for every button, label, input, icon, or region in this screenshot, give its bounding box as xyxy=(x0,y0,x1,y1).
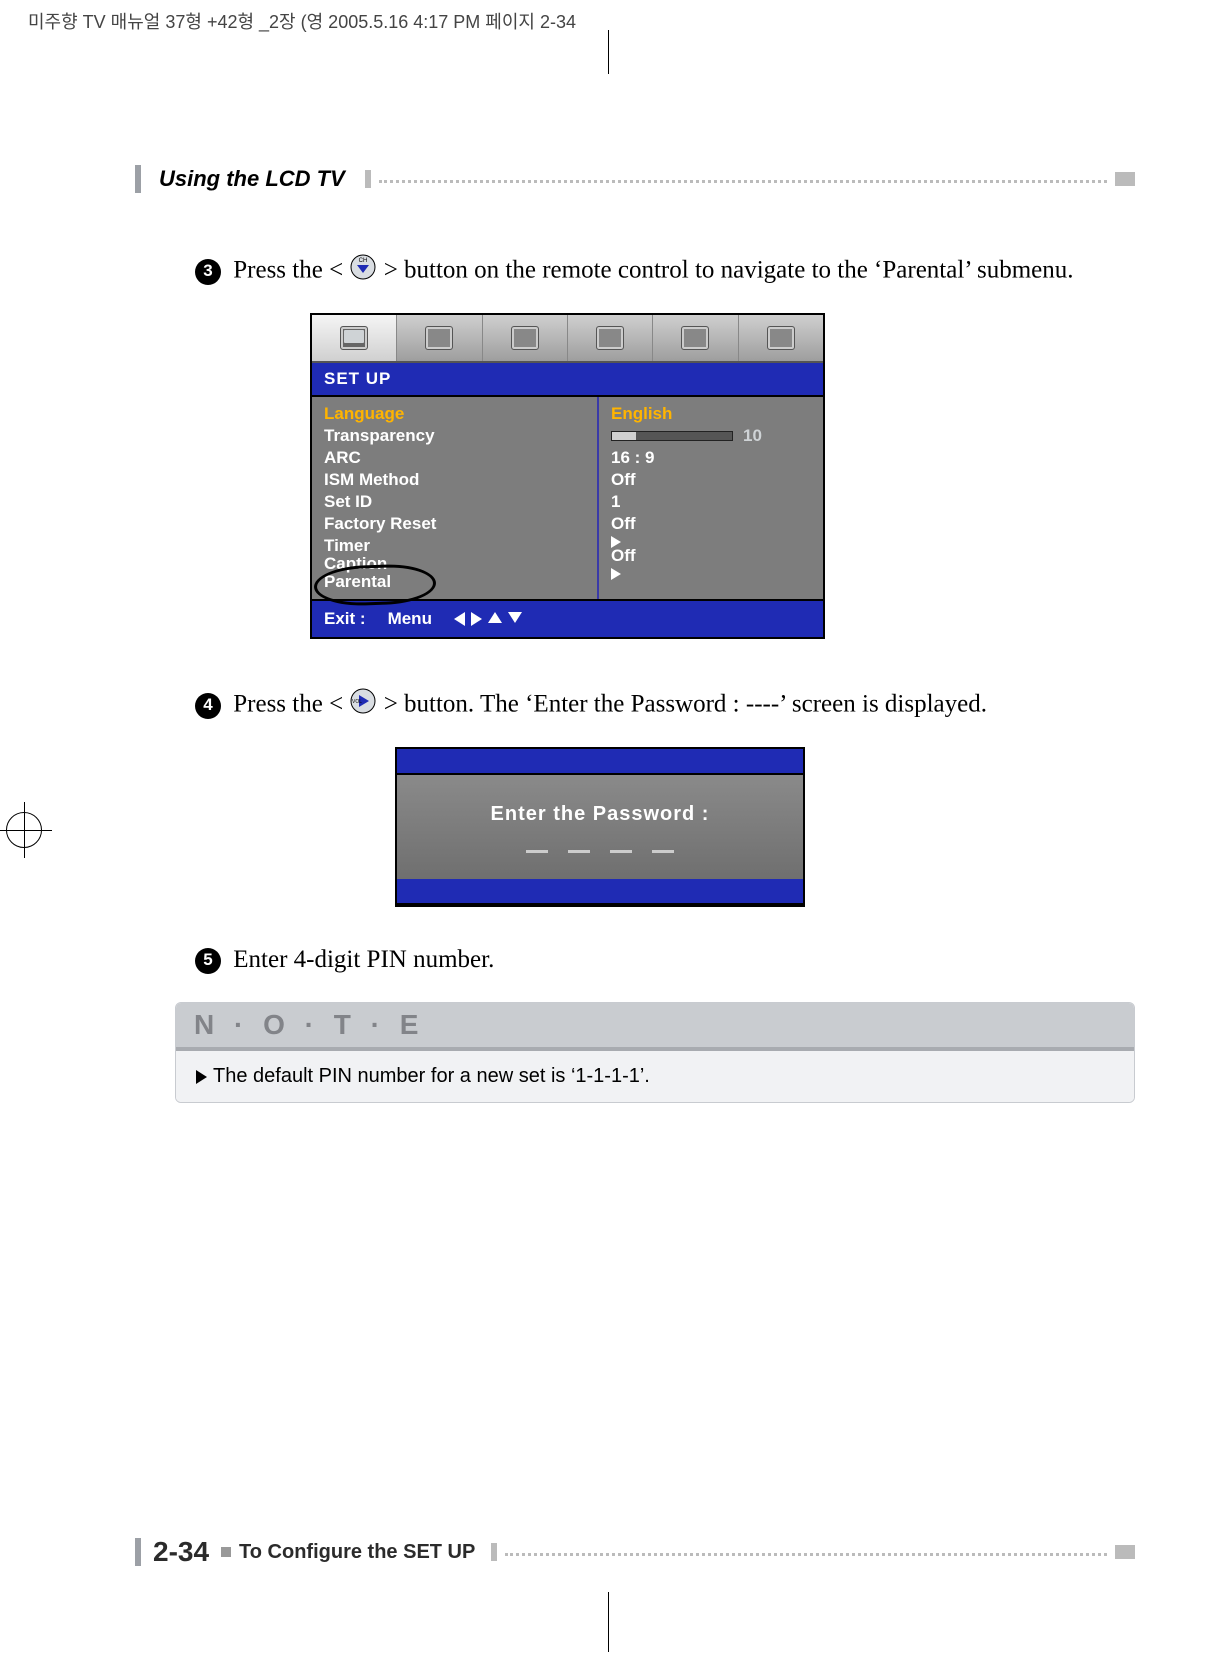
footer-dotted-rule xyxy=(505,1553,1107,1556)
note-body: The default PIN number for a new set is … xyxy=(176,1051,1134,1102)
osd-value-transparency: 10 xyxy=(611,425,811,447)
section-title: Using the LCD TV xyxy=(159,166,365,192)
osd-setup-screenshot: SET UP Language Transparency ARC ISM Met… xyxy=(310,313,825,639)
page-content: Using the LCD TV 3 Press the < CH > butt… xyxy=(135,165,1135,1540)
arrow-up-icon xyxy=(488,612,502,623)
step-4: 4 Press the < VOL > button. The ‘Enter t… xyxy=(195,687,1135,725)
footer-bar-icon xyxy=(135,1538,141,1566)
osd-arrow-icons xyxy=(454,612,522,626)
osd-item-parental-label: Parental xyxy=(324,572,391,592)
step-number-badge: 4 xyxy=(195,693,221,719)
note-title: N · O · T · E xyxy=(176,1003,1134,1047)
pwd-digit-slot xyxy=(526,844,548,853)
osd-tab-channel-icon xyxy=(739,315,823,361)
osd-value-factory-reset: Off xyxy=(611,513,811,535)
osd-value-transparency-num: 10 xyxy=(743,426,762,446)
footer-end-block-icon xyxy=(1115,1545,1135,1559)
osd-item-arc: ARC xyxy=(324,447,585,469)
pwd-prompt-label: Enter the Password : xyxy=(403,803,797,826)
header-end-block-icon xyxy=(1115,172,1135,186)
bullet-triangle-icon xyxy=(196,1070,207,1084)
osd-exit-label: Exit : xyxy=(324,609,366,629)
submenu-arrow-icon xyxy=(611,568,621,580)
arrow-left-icon xyxy=(454,612,465,626)
manual-page: 미주향 TV 매뉴얼 37형 +42형 _2장 (영 2005.5.16 4:1… xyxy=(0,0,1215,1660)
header-bar-icon xyxy=(135,165,141,193)
crop-mark-bottom xyxy=(588,1622,628,1662)
print-job-header: 미주향 TV 매뉴얼 37형 +42형 _2장 (영 2005.5.16 4:1… xyxy=(28,8,576,34)
osd-value-arc: 16 : 9 xyxy=(611,447,811,469)
step-text: Press the < xyxy=(233,690,349,717)
osd-category-icons xyxy=(312,315,823,363)
osd-item-setid: Set ID xyxy=(324,491,585,513)
step-text: > button on the remote control to naviga… xyxy=(384,257,1074,284)
step-3: 3 Press the < CH > button on the remote … xyxy=(195,253,1135,291)
step-number-badge: 3 xyxy=(195,259,221,285)
osd-value-language: English xyxy=(611,403,811,425)
page-number: 2-34 xyxy=(153,1536,209,1568)
osd-value-parental xyxy=(611,567,811,581)
osd-menu-label: Menu xyxy=(388,609,432,629)
step-text: Press the < xyxy=(233,257,349,284)
volume-right-remote-icon: VOL xyxy=(349,687,377,725)
step-number-badge: 5 xyxy=(195,948,221,974)
note-text: The default PIN number for a new set is … xyxy=(213,1065,650,1087)
osd-item-ism: ISM Method xyxy=(324,469,585,491)
osd-value-ism: Off xyxy=(611,469,811,491)
step-5: 5 Enter 4-digit PIN number. xyxy=(195,943,1135,977)
osd-nav-bar: Exit : Menu xyxy=(312,599,823,637)
svg-text:VOL: VOL xyxy=(352,699,362,705)
footer-square-icon xyxy=(221,1547,231,1557)
osd-tab-sound-icon xyxy=(397,315,482,361)
osd-menu-right: English 10 16 : 9 Off 1 Off Off xyxy=(599,397,823,599)
osd-tab-screen-icon xyxy=(483,315,568,361)
osd-item-language: Language xyxy=(324,403,585,425)
header-dotted-rule xyxy=(379,180,1107,183)
pwd-digit-slot xyxy=(652,844,674,853)
osd-tab-picture-icon xyxy=(312,315,397,361)
osd-tab-pip-icon xyxy=(568,315,653,361)
pwd-top-bar xyxy=(397,749,803,775)
pwd-digit-fields xyxy=(403,844,797,853)
step-text: Enter 4-digit PIN number. xyxy=(233,946,494,973)
channel-down-remote-icon: CH xyxy=(349,253,377,291)
arrow-right-icon xyxy=(471,612,482,626)
crop-mark-top xyxy=(588,30,628,70)
osd-body: Language Transparency ARC ISM Method Set… xyxy=(312,397,823,599)
osd-title: SET UP xyxy=(312,363,823,397)
svg-text:CH: CH xyxy=(359,258,368,264)
footer-divider-icon xyxy=(491,1543,497,1561)
transparency-slider-icon xyxy=(611,431,733,441)
note-box: N · O · T · E The default PIN number for… xyxy=(175,1002,1135,1103)
osd-value-setid: 1 xyxy=(611,491,811,513)
page-footer: 2-34 To Configure the SET UP xyxy=(135,1536,1135,1568)
step-text: > button. The ‘Enter the Password : ----… xyxy=(384,690,987,717)
header-divider-icon xyxy=(365,170,371,188)
osd-menu-left: Language Transparency ARC ISM Method Set… xyxy=(312,397,599,599)
arrow-down-icon xyxy=(508,612,522,623)
registration-mark-left xyxy=(0,806,48,854)
pwd-digit-slot xyxy=(568,844,590,853)
osd-item-parental: Parental xyxy=(324,571,585,593)
osd-item-transparency: Transparency xyxy=(324,425,585,447)
osd-value-caption: Off xyxy=(611,545,811,567)
osd-item-factory-reset: Factory Reset xyxy=(324,513,585,535)
pwd-bottom-bar xyxy=(397,879,803,905)
osd-tab-setup-icon xyxy=(653,315,738,361)
pwd-digit-slot xyxy=(610,844,632,853)
footer-title: To Configure the SET UP xyxy=(239,1541,491,1564)
section-header: Using the LCD TV xyxy=(135,165,1135,193)
password-screenshot: Enter the Password : xyxy=(395,747,805,907)
